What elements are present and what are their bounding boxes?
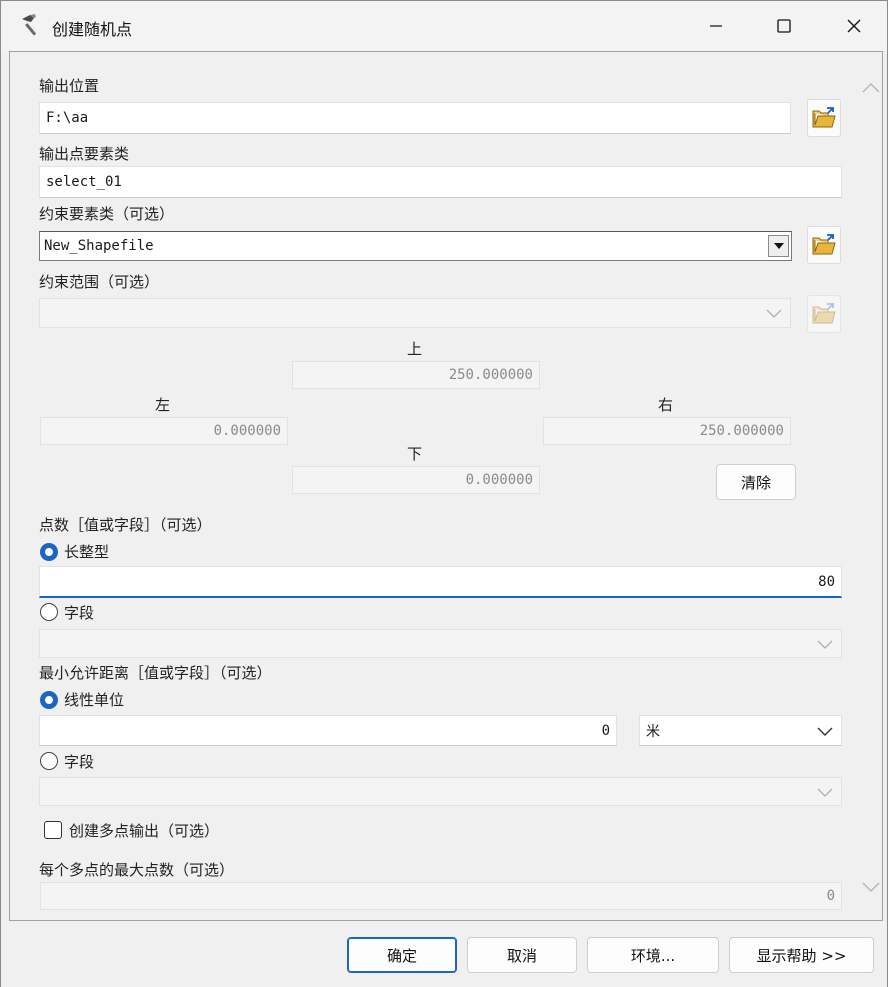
max-points-label: 每个多点的最大点数（可选） [39,861,235,879]
point-count-long-label: 长整型 [64,543,110,561]
multipoint-checkbox-label: 创建多点输出（可选） [69,822,220,840]
output-location-input[interactable]: F:\aa [39,102,791,134]
constraint-extent-browse-button [807,295,841,333]
point-count-long-radio[interactable] [40,543,58,561]
min-distance-linear-label: 线性单位 [64,691,125,709]
vertical-scrollbar[interactable] [860,62,882,917]
ok-button[interactable]: 确定 [347,937,457,973]
extent-top-label: 上 [407,340,423,358]
parameter-panel: 输出位置 F:\aa 输出点要素类 select_01 约束要素类（可选） Ne… [9,51,883,921]
output-location-browse-button[interactable] [807,99,841,137]
maximize-button[interactable] [751,1,817,51]
constraint-class-browse-button[interactable] [807,226,841,264]
open-folder-icon [812,234,836,255]
show-help-button[interactable]: 显示帮助 >> [729,937,874,973]
extent-right-input: 250.000000 [543,417,791,445]
dropdown-arrow-icon[interactable] [768,235,789,257]
output-location-label: 输出位置 [39,77,100,95]
extent-left-input: 0.000000 [40,417,288,445]
min-distance-unit-select[interactable]: 米 [639,715,842,746]
extent-bottom-input: 0.000000 [292,466,540,494]
min-distance-field-label: 字段 [64,753,95,771]
point-count-field-label: 字段 [64,604,95,622]
clear-extent-button[interactable]: 清除 [716,464,796,500]
constraint-class-select[interactable]: New_Shapefile [39,231,792,261]
chevron-down-icon [766,309,782,318]
min-distance-unit-value: 米 [646,723,660,740]
max-points-input: 0 [40,882,842,910]
environments-button[interactable]: 环境... [587,937,719,973]
point-count-field-radio[interactable] [40,603,58,621]
min-distance-value-input[interactable]: 0 [39,715,617,746]
cancel-button[interactable]: 取消 [467,937,577,973]
window-title: 创建随机点 [52,20,133,39]
title-bar[interactable]: 创建随机点 [1,1,887,51]
point-count-field-select [39,629,842,658]
constraint-class-value: New_Shapefile [44,238,154,254]
minimize-icon [710,25,722,27]
chevron-down-icon [817,640,833,649]
extent-right-label: 右 [658,396,674,414]
point-count-label: 点数［值或字段］（可选） [39,516,212,534]
dialog-window: 创建随机点 输出位置 F:\aa 输出点要素类 select_01 约束要素类（ [0,0,888,987]
extent-top-input: 250.000000 [292,361,540,389]
point-count-long-input[interactable]: 80 [39,566,842,598]
close-button[interactable] [821,1,887,51]
multipoint-checkbox[interactable] [44,821,62,839]
constraint-extent-label: 约束范围（可选） [39,273,160,291]
extent-left-label: 左 [155,396,171,414]
chevron-down-icon [817,727,833,736]
dialog-footer: 确定 取消 环境... 显示帮助 >> [1,921,887,987]
extent-bottom-label: 下 [407,445,423,463]
output-class-label: 输出点要素类 [39,145,130,163]
min-distance-field-radio[interactable] [40,752,58,770]
close-icon [847,19,861,33]
maximize-icon [777,19,791,33]
open-folder-icon [812,303,836,324]
hammer-icon [19,13,43,37]
constraint-extent-select [39,298,791,328]
min-distance-field-select [39,777,842,806]
minimize-button[interactable] [683,1,749,51]
chevron-down-icon [817,788,833,797]
min-distance-linear-radio[interactable] [40,691,58,709]
constraint-class-label: 约束要素类（可选） [39,205,175,223]
scroll-down-icon[interactable] [860,877,882,897]
open-folder-icon [812,107,836,128]
min-distance-label: 最小允许距离［值或字段］（可选） [39,664,272,682]
scroll-up-icon[interactable] [860,78,882,98]
output-class-input[interactable]: select_01 [39,166,842,198]
